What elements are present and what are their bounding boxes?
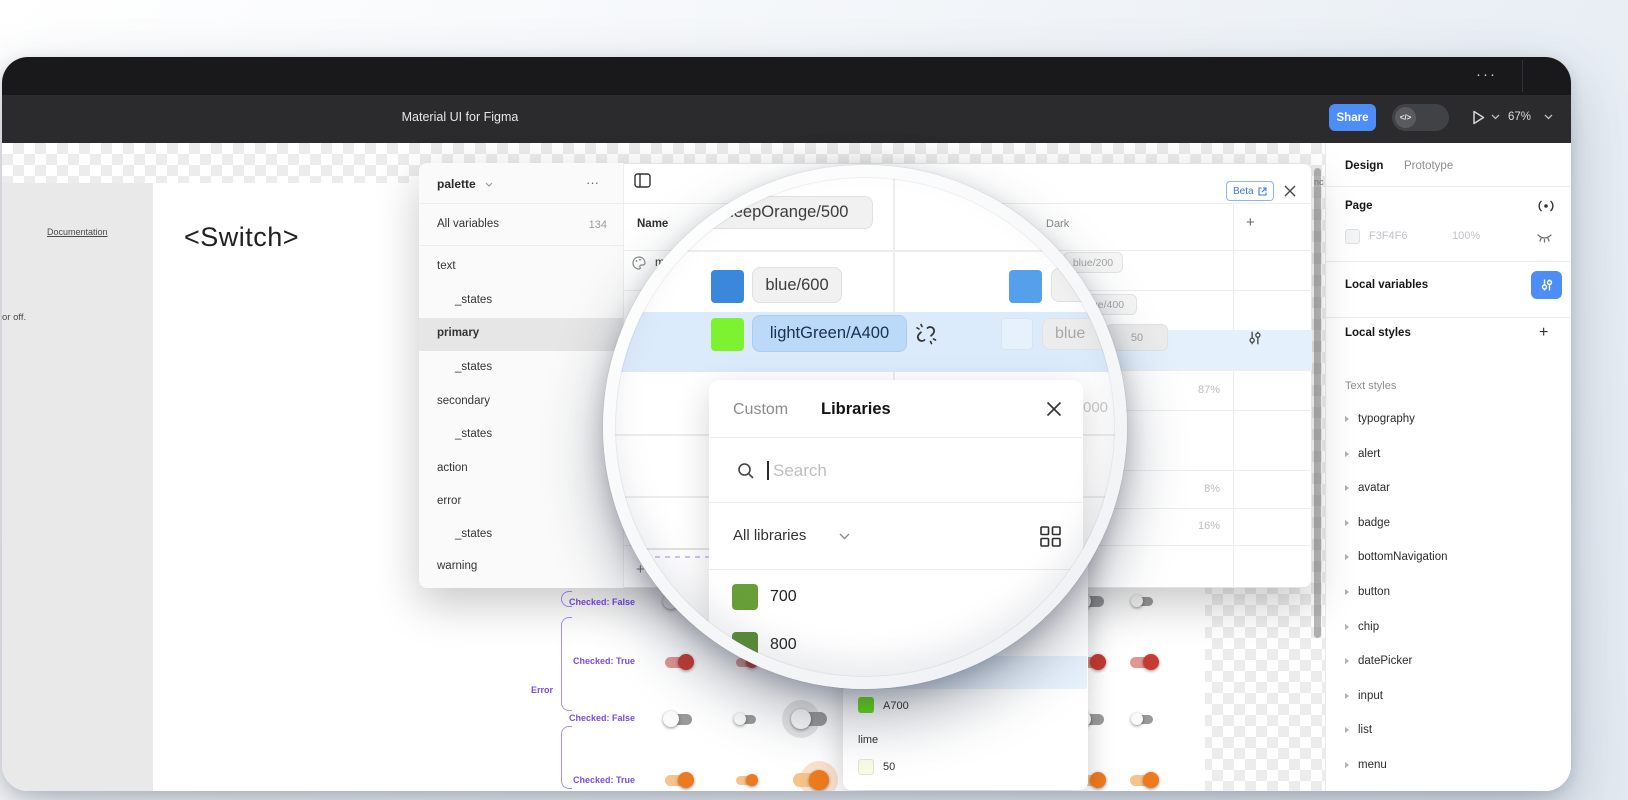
search-icon [737,462,755,480]
color-swatch [732,632,758,658]
divider [708,569,1082,570]
app-window: ··· Material UI for Figma Share </> 67% … [2,57,1571,791]
libraries-dialog: Custom Libraries All libraries [709,380,1083,677]
close-icon[interactable] [1045,400,1063,418]
library-section-label: lime [858,734,878,746]
magnifier-circle: deepOrange/500 blue/600 lightGreen/A400 … [603,165,1127,689]
divider [708,502,1082,503]
color-swatch [858,759,874,775]
color-swatch [858,697,874,713]
page-background: ··· Material UI for Figma Share </> 67% … [0,0,1628,800]
library-item-label[interactable]: A700 [883,700,909,712]
tab-custom[interactable]: Custom [733,401,788,419]
grid-view-icon[interactable] [1040,526,1061,547]
library-filter-dropdown[interactable]: All libraries [733,527,806,544]
divider [708,437,1082,438]
library-item-label[interactable]: 700 [770,588,797,606]
library-item-label[interactable]: 50 [883,761,895,773]
color-swatch [732,584,758,610]
tab-libraries[interactable]: Libraries [821,400,891,419]
chevron-down-icon [839,533,850,540]
library-item-label[interactable]: 800 [770,636,797,654]
search-input[interactable] [773,461,1033,481]
text-cursor [767,461,769,480]
